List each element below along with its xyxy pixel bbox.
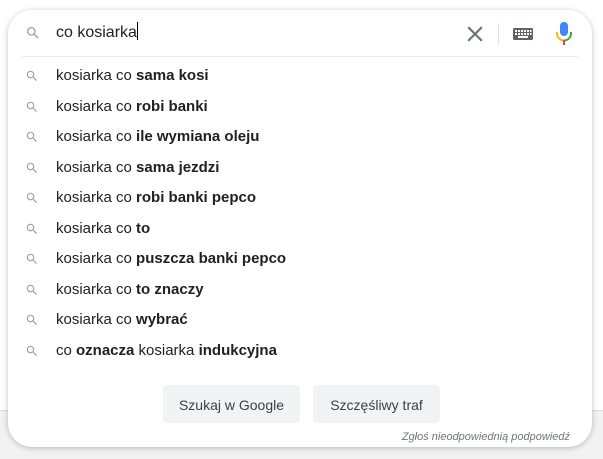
search-box: co kosiarka kosiarka co sama kosi kosiar… [8,10,592,447]
suggestion-prefix: kosiarka co [56,67,137,84]
suggestion-prefix: kosiarka co [56,158,137,176]
suggestion-text: kosiarka co wybrać [56,310,188,330]
suggestion-prefix: kosiarka co [56,97,137,115]
keyboard-icon[interactable] [510,23,536,45]
suggestion-item[interactable]: co oznacza kosiarka indukcyjna [8,336,592,367]
suggestion-completion: robi banki pepco [136,189,257,206]
suggestion-text: kosiarka co to znaczy [56,280,204,300]
suggestion-item[interactable]: kosiarka co to [8,214,592,245]
search-icon [27,27,39,39]
feeling-lucky-button[interactable]: Szczęśliwy traf [313,385,440,423]
suggestion-completion: indukcyjna [198,341,277,359]
suggestion-prefix: kosiarka co [56,311,137,328]
search-icon [26,192,37,203]
search-icon [26,314,37,325]
suggestion-text: kosiarka co robi banki [56,97,208,117]
suggestion-completion: puszcza banki pepco [136,250,287,267]
suggestion-text: kosiarka co puszcza banki pepco [56,249,286,269]
suggestion-item[interactable]: kosiarka co robi banki pepco [8,183,592,214]
suggestion-text: kosiarka co robi banki pepco [56,188,256,208]
search-row: co kosiarka [8,10,592,56]
suggestion-prefix: co [56,341,77,359]
search-icon [26,131,37,142]
suggestion-item[interactable]: kosiarka co puszcza banki pepco [8,244,592,275]
suggestion-list: kosiarka co sama kosi kosiarka co robi ba… [8,61,592,366]
search-input[interactable]: co kosiarka [56,22,138,44]
suggestion-completion: ile wymiana oleju [136,128,260,145]
suggestion-prefix: kosiarka [134,341,199,359]
suggestion-text: co oznacza kosiarka indukcyjna [56,341,277,361]
search-icon [26,345,37,356]
suggestion-completion: robi banki [136,97,208,115]
suggestion-completion: sama jezdzi [136,158,220,176]
report-suggestion-link[interactable]: Zgłoś nieodpowiednią podpowiedź [402,431,570,443]
suggestion-prefix: kosiarka co [56,250,137,267]
microphone-icon[interactable] [552,20,576,48]
suggestion-text: kosiarka co ile wymiana oleju [56,127,259,147]
suggestion-completion: to [136,219,151,237]
page: co kosiarka kosiarka co sama kosi kosiar… [0,0,603,459]
suggestion-item[interactable]: kosiarka co wybrać [8,305,592,336]
suggestion-item[interactable]: kosiarka co ile wymiana oleju [8,122,592,153]
text-caret [136,22,138,40]
suggestion-text: kosiarka co sama kosi [56,66,209,86]
suggestion-text: kosiarka co sama jezdzi [56,158,219,178]
suggestion-completion: to znaczy [136,280,204,298]
suggestion-item[interactable]: kosiarka co robi banki [8,92,592,123]
search-icon [26,223,37,234]
suggestion-prefix: kosiarka co [56,189,137,206]
suggestion-item[interactable]: kosiarka co sama kosi [8,61,592,92]
toolbar-divider [498,23,499,45]
search-query-text: co kosiarka [56,24,137,41]
search-row-divider [22,56,578,57]
search-icon [26,101,37,112]
suggestion-text: kosiarka co to [56,219,150,239]
suggestion-prefix: kosiarka co [56,128,137,145]
google-search-button[interactable]: Szukaj w Google [163,385,300,423]
clear-search-icon[interactable] [462,21,488,47]
suggestion-item[interactable]: kosiarka co sama jezdzi [8,153,592,184]
suggestion-prefix: kosiarka co [56,219,137,237]
suggestion-item[interactable]: kosiarka co to znaczy [8,275,592,306]
search-icon [26,162,37,173]
search-icon [26,70,37,81]
suggestion-prefix: kosiarka co [56,280,137,298]
search-icon [26,284,37,295]
search-icon [26,253,37,264]
suggestion-completion: wybrać [136,311,188,328]
suggestion-completion: sama kosi [136,67,209,84]
suggestion-completion: oznacza [76,341,135,359]
